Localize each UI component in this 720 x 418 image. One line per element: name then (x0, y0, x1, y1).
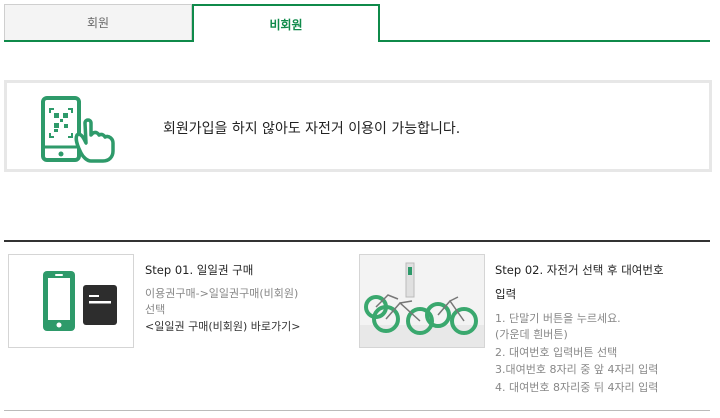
step2-line-4: 3.대여번호 8자리 중 앞 4자리 입력 (495, 363, 659, 376)
step1-line-1: 이용권구매->일일권구매(비회원) (145, 287, 299, 300)
notice-text: 회원가입을 하지 않아도 자전거 이용이 가능합니다. (163, 121, 461, 137)
notice-box: 회원가입을 하지 않아도 자전거 이용이 가능합니다. (4, 80, 712, 172)
step2-line-1: 1. 단말기 버튼을 누르세요. (495, 312, 621, 325)
tab-member[interactable]: 회원 (4, 4, 192, 40)
section-divider-top (4, 240, 710, 242)
step2-title-cont: 입력 (495, 287, 517, 301)
step2-image (359, 254, 485, 348)
step1-line-2: 선택 (145, 303, 166, 316)
tab-bar: 회원 비회원 (4, 4, 710, 42)
phone-card-icon (43, 271, 117, 331)
step1-image (8, 254, 134, 348)
step2-line-2: (가운데 흰버튼) (495, 328, 568, 341)
step2-title: Step 02. 자전거 선택 후 대여번호 (495, 263, 664, 277)
step2-line-3: 2. 대여번호 입력버튼 선택 (495, 346, 618, 359)
phone-qr-tap-icon (41, 96, 115, 163)
tab-non-member[interactable]: 비회원 (192, 4, 380, 42)
step1-purchase-link[interactable]: <일일권 구매(비회원) 바로가기> (145, 319, 300, 335)
step2-line-5: 4. 대여번호 8자리중 뒤 4자리 입력 (495, 381, 659, 394)
bicycles-photo (360, 255, 484, 347)
section-divider-bottom (4, 410, 710, 411)
step1-title: Step 01. 일일권 구매 (145, 263, 254, 277)
